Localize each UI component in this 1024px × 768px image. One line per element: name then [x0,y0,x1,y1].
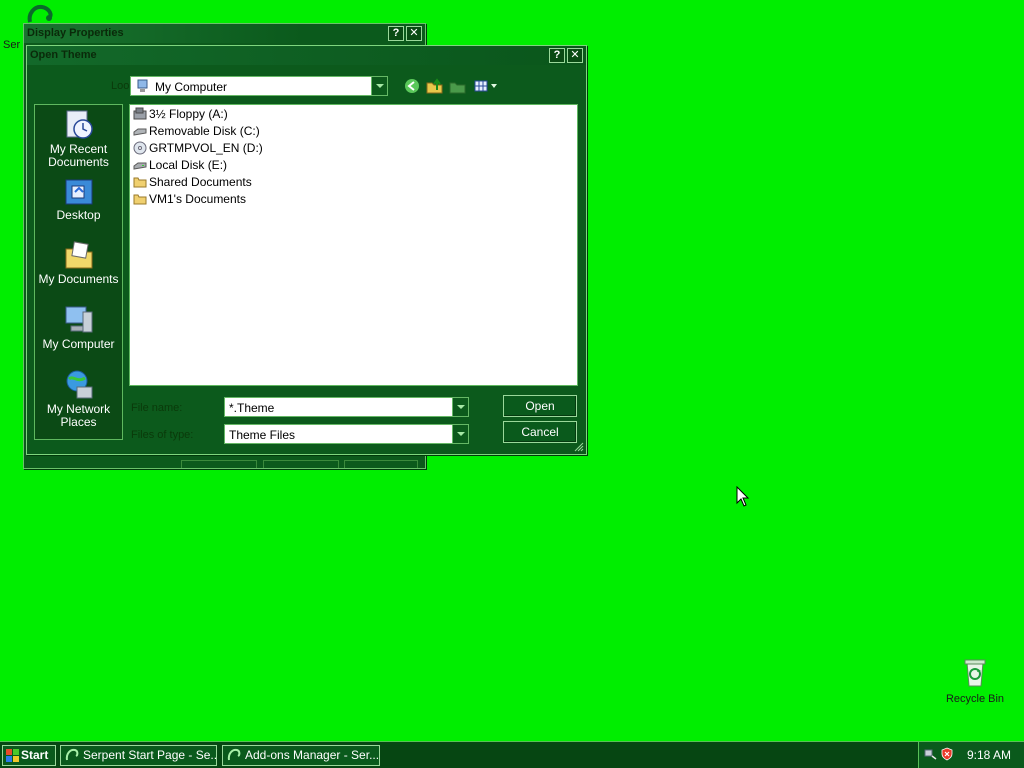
cancel-button[interactable] [263,460,339,468]
hard-disk-icon [133,162,147,170]
place-my-recent-documents[interactable]: My Recent Documents [35,109,122,169]
desktop-icon [65,179,92,205]
open-theme-titlebar[interactable]: Open Theme [27,46,586,65]
up-folder-icon[interactable] [426,78,444,94]
recycle-bin-icon [964,659,986,687]
place-desktop[interactable]: Desktop [35,177,122,222]
system-tray: 9:18 AM [918,742,1024,768]
network-tray-icon[interactable] [924,747,938,761]
place-my-computer[interactable]: My Computer [35,304,122,351]
place-label: Desktop [56,208,101,222]
open-theme-dialog[interactable]: Open Theme ? ✕ Look in: My Computer [26,45,587,455]
resize-grip-icon[interactable] [574,442,584,452]
taskbar-button-serpent-start-page[interactable]: Serpent Start Page - Se... [60,745,217,766]
file-type-label: Files of type: [131,429,194,441]
desktop-icon-recycle-bin[interactable]: Recycle Bin [938,656,1012,705]
mouse-cursor-icon [736,486,750,507]
taskbar: Start Serpent Start Page - Se... Add-ons… [0,741,1024,768]
floppy-drive-icon [133,107,147,120]
views-menu-icon[interactable] [474,78,500,94]
chevron-down-icon[interactable] [452,425,468,443]
my-computer-icon [137,79,148,92]
close-button[interactable]: ✕ [567,48,583,63]
recycle-bin-label: Recycle Bin [945,693,1005,705]
network-places-icon [66,370,92,399]
apply-button[interactable] [344,460,418,468]
place-label: My Recent Documents [48,142,109,169]
my-computer-icon [65,306,92,333]
windows-flag-icon [6,749,19,762]
close-button[interactable]: ✕ [406,26,422,41]
clock: 9:18 AM [966,748,1011,762]
task-label: Serpent Start Page - Se... [83,748,217,762]
cd-drive-icon [133,141,147,155]
place-label: My Computer [42,337,115,351]
file-name-value: *.Theme [229,401,275,415]
folder-icon [133,177,147,188]
start-button[interactable]: Start [2,745,56,766]
place-my-documents[interactable]: My Documents [35,239,122,286]
cancel-button[interactable]: Cancel [503,421,577,443]
back-icon[interactable] [403,78,421,94]
file-name-field[interactable]: *.Theme [224,397,469,417]
place-label: My Network Places [46,402,111,429]
start-label: Start [21,748,49,762]
ok-button[interactable] [181,460,257,468]
file-type-value: Theme Files [229,428,296,442]
open-button[interactable]: Open [503,395,577,417]
removable-disk-icon [133,128,147,136]
window-title: Display Properties [27,27,124,39]
serpent-browser-icon [227,748,241,761]
display-properties-titlebar[interactable]: Display Properties [24,24,425,43]
security-shield-icon[interactable] [940,747,954,761]
desktop-icon-label: Ser [3,39,21,51]
help-button[interactable]: ? [388,26,404,41]
place-label: My Documents [38,272,119,286]
serpent-browser-icon [65,748,79,761]
new-folder-icon[interactable] [449,78,467,94]
folder-icon [133,194,147,205]
file-type-dropdown[interactable]: Theme Files [224,424,469,444]
look-in-value: My Computer [155,80,228,94]
help-button[interactable]: ? [549,48,565,63]
my-documents-icon [65,241,92,269]
places-bar: My Recent Documents Desktop My Documents [34,104,123,440]
file-name-label: File name: [131,402,183,414]
chevron-down-icon[interactable] [452,398,468,416]
task-label: Add-ons Manager - Ser... [245,748,380,762]
dialog-title: Open Theme [30,49,97,61]
recent-documents-icon [66,110,93,139]
chevron-down-icon[interactable] [371,77,387,95]
place-my-network-places[interactable]: My Network Places [35,369,122,429]
look-in-dropdown[interactable]: My Computer [130,76,388,96]
taskbar-button-addons-manager[interactable]: Add-ons Manager - Ser... [222,745,380,766]
file-list[interactable]: 3½ Floppy (A:) Removable Disk (C:) GRTMP… [129,104,578,386]
